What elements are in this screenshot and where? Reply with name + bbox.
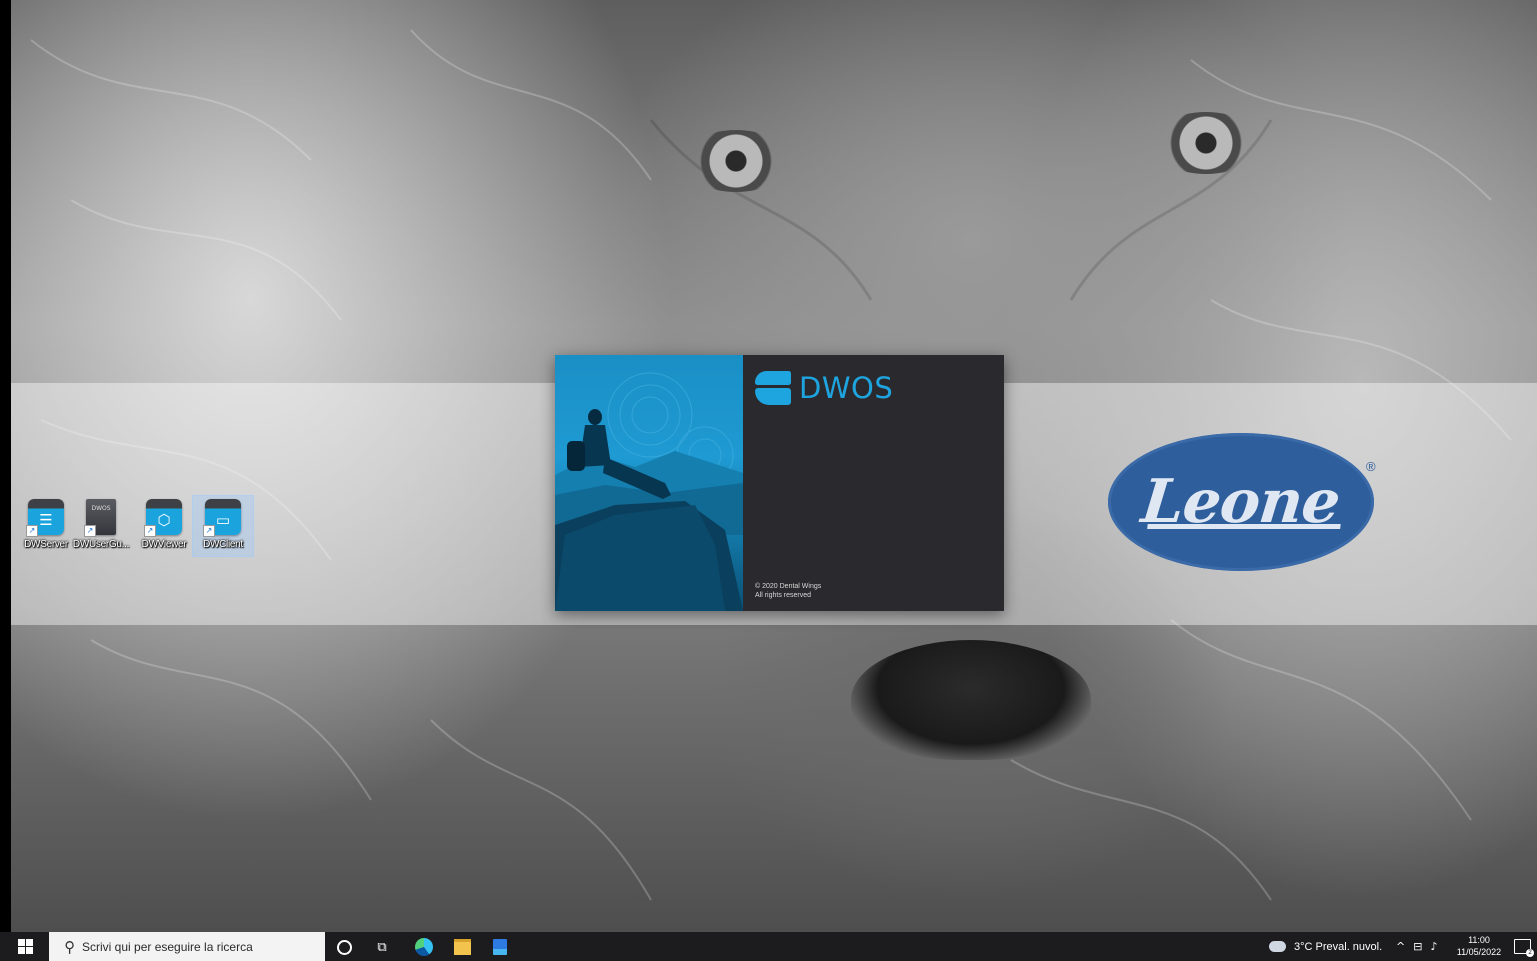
volume-icon[interactable]: ♪ [1430,940,1437,953]
rights-line: All rights reserved [755,592,812,599]
hiker-illustration [555,372,743,611]
cortana-button[interactable] [333,936,355,958]
cortana-circle-icon [336,939,352,955]
lion-left-eye [681,130,791,192]
registered-mark: ® [1366,459,1376,474]
shortcut-arrow-icon: ↗ [144,525,156,537]
chevron-up-icon[interactable]: ^ [1396,940,1405,953]
dwos-logo: DWOS [755,371,893,405]
store-button[interactable] [489,936,511,958]
leone-logo-text: Leone [1138,467,1344,537]
windows-logo-icon [18,939,25,946]
network-icon[interactable]: ⊟ [1413,940,1422,953]
clock-time: 11:00 [1468,935,1490,945]
dwos-splash-screen: DWOS © 2020 Dental Wings All rights rese… [555,355,1004,611]
monitor-app-icon: ▭ ↗ [203,499,241,537]
desktop-icon-dwserver[interactable]: ☰ ↗ DWServer [16,496,76,556]
start-button[interactable] [18,939,33,954]
notification-count: 2 [1526,949,1534,957]
document-app-icon: DWOS ↗ [84,499,116,537]
desktop-icon-dwviewer[interactable]: ⬡ ↗ DWViewer [134,496,194,556]
shortcut-arrow-icon: ↗ [84,525,96,537]
cloud-icon [1269,936,1286,952]
desktop-icon-label: DWServer [24,539,68,550]
clock-date: 11/05/2022 [1456,947,1502,957]
system-tray: ^ ⊟ ♪ [1396,932,1437,961]
leone-logo: Leone [1108,433,1374,571]
shortcut-arrow-icon: ↗ [203,525,215,537]
search-icon: ⚲ [64,937,75,956]
copyright-line: © 2020 Dental Wings [755,583,822,590]
desktop-icon-label: DWViewer [141,539,187,550]
desktop-icon-label: DWClient [203,539,243,550]
edge-button[interactable] [413,936,435,958]
taskbar: ⚲ Scrivi qui per eseguire la ricerca ⧉ 3… [0,932,1537,961]
task-view-button[interactable]: ⧉ [371,936,393,958]
task-view-icon: ⧉ [377,939,387,955]
lion-mouth [851,640,1091,760]
file-explorer-button[interactable] [451,936,473,958]
shortcut-arrow-icon: ↗ [26,525,38,537]
file-explorer-icon [453,939,471,955]
splash-product-name: DWOS [799,371,894,405]
action-center-button[interactable]: 2 [1514,939,1534,957]
store-icon [493,939,507,955]
server-app-icon: ☰ ↗ [26,499,64,537]
splash-hiker-photo [555,355,743,611]
desktop-icon-dwuserguide[interactable]: DWOS ↗ DWUserGu... [71,496,131,556]
weather-text: 3°C Preval. nuvol. [1294,940,1383,953]
edge-icon [415,938,433,956]
taskbar-clock[interactable]: 11:00 11/05/2022 [1450,934,1508,958]
desktop-icon-label: DWUserGu... [72,539,130,550]
desktop-icon-dwclient[interactable]: ▭ ↗ DWClient [192,495,254,557]
taskbar-search-box[interactable]: ⚲ Scrivi qui per eseguire la ricerca [49,932,325,961]
splash-copyright: © 2020 Dental Wings All rights reserved [755,582,821,600]
search-placeholder: Scrivi qui per eseguire la ricerca [82,939,253,954]
cube-app-icon: ⬡ ↗ [144,499,182,537]
document-badge-text: DWOS [91,505,111,512]
lion-right-eye [1151,112,1261,174]
weather-widget[interactable]: 3°C Preval. nuvol. [1269,932,1382,961]
dwos-logo-mark-icon [755,371,791,405]
